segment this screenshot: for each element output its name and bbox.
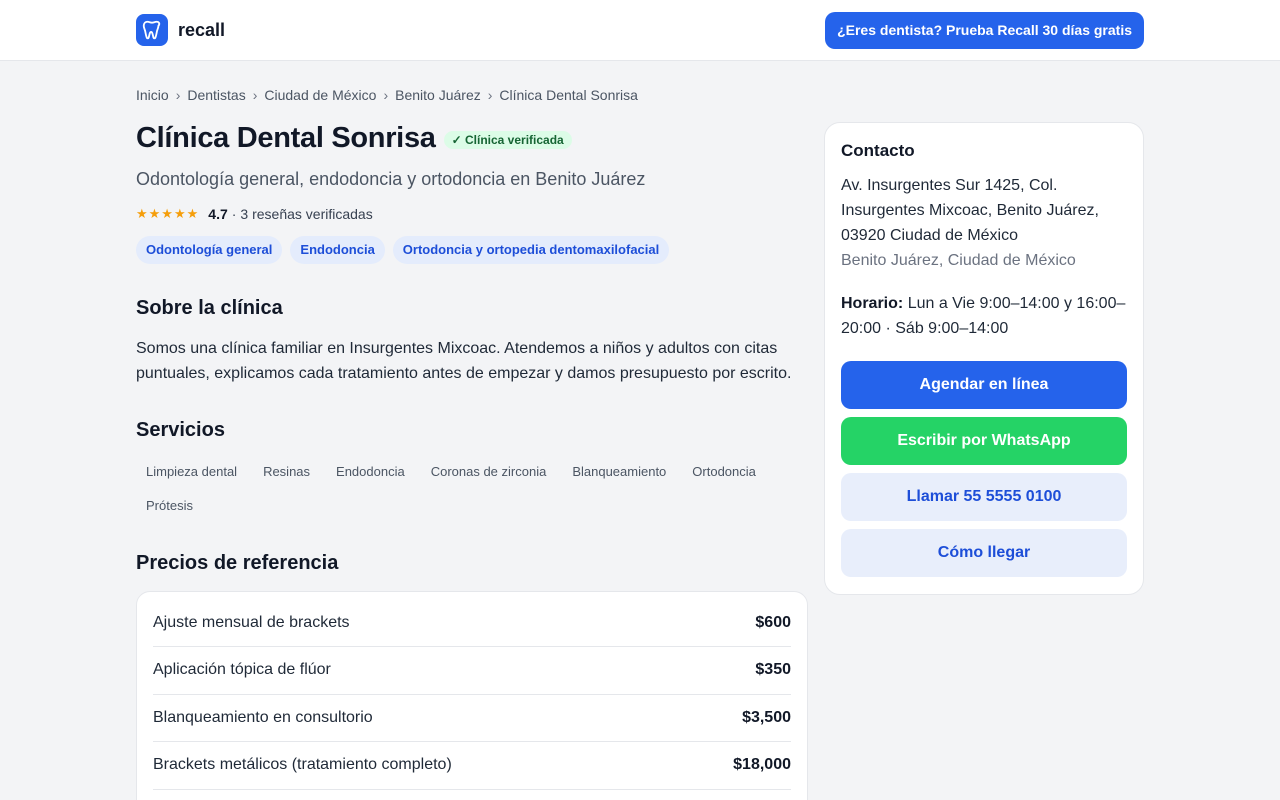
price-value: $3,500 — [742, 708, 791, 726]
specialty-chip[interactable]: Odontología general — [136, 236, 283, 264]
breadcrumb-item-alcaldia[interactable]: Benito Juárez — [395, 87, 481, 103]
contact-heading: Contacto — [841, 141, 915, 160]
service-tag: Endodoncia — [336, 464, 405, 479]
address-area: Benito Juárez, Ciudad de México — [841, 252, 1076, 269]
breadcrumb-separator: › — [252, 87, 258, 103]
about-text: Somos una clínica familiar en Insurgente… — [136, 340, 792, 382]
reviews-count[interactable]: 3 reseñas verificadas — [240, 206, 372, 222]
service-tag: Prótesis — [146, 498, 193, 513]
about-heading: Sobre la clínica — [136, 297, 283, 319]
rating-separator: · — [231, 206, 237, 222]
breadcrumb-separator: › — [175, 87, 181, 103]
page-title: Clínica Dental Sonrisa — [136, 121, 436, 154]
call-button[interactable]: Llamar 55 5555 0100 — [841, 473, 1127, 521]
service-tag: Blanqueamiento — [572, 464, 667, 479]
price-service-name: Ajuste mensual de brackets — [153, 614, 350, 631]
service-tag: Limpieza dental — [146, 464, 238, 479]
brand-link[interactable]: recall — [136, 14, 225, 46]
contact-card: Contacto Av. Insurgentes Sur 1425, Col. … — [824, 122, 1144, 595]
breadcrumb-separator: › — [487, 87, 493, 103]
verified-badge: ✓ Clínica verificada — [443, 131, 572, 149]
try-recall-button[interactable]: ¿Eres dentista? Prueba Recall 30 días gr… — [825, 11, 1144, 49]
tooth-icon — [136, 14, 168, 46]
clinic-subtitle: Odontología general, endodoncia y ortodo… — [136, 169, 646, 189]
top-bar-inner: recall ¿Eres dentista? Prueba Recall 30 … — [136, 0, 1144, 60]
specialty-chip[interactable]: Ortodoncia y ortopedia dentomaxilofacial — [392, 236, 670, 264]
brand-name: recall — [178, 19, 226, 40]
price-service-name: Brackets metálicos (tratamiento completo… — [153, 756, 452, 774]
breadcrumb-separator: › — [383, 87, 389, 103]
service-tag: Resinas — [263, 464, 311, 479]
price-row: Aplicación tópica de flúor $350 — [153, 647, 791, 695]
breadcrumb: Inicio › Dentistas › Ciudad de México › … — [136, 87, 638, 103]
clinic-main: Clínica Dental Sonrisa ✓ Clínica verific… — [136, 121, 808, 800]
service-tag: Coronas de zirconia — [430, 464, 547, 479]
services-list: Limpieza dental Resinas Endodoncia Coron… — [136, 458, 808, 520]
price-row: Ajuste mensual de brackets $600 — [153, 600, 791, 647]
opening-hours: Horario: Lun a Vie 9:00–14:00 y 16:00–20… — [841, 291, 1127, 341]
breadcrumb-item-current: Clínica Dental Sonrisa — [499, 87, 638, 103]
breadcrumb-item-ciudad[interactable]: Ciudad de México — [264, 87, 376, 103]
prices-heading: Precios de referencia — [136, 552, 339, 574]
price-value: $350 — [755, 661, 791, 679]
service-tag: Ortodoncia — [692, 464, 756, 479]
specialty-chips: Odontología general Endodoncia Ortodonci… — [136, 236, 808, 264]
star-rating-icon: ★★★★★ — [136, 206, 200, 221]
price-row: Brackets metálicos (tratamiento completo… — [153, 742, 791, 790]
rating-row: ★★★★★ 4.7 · 3 reseñas verificadas — [136, 206, 808, 222]
directions-button[interactable]: Cómo llegar — [841, 529, 1127, 577]
address-text: Av. Insurgentes Sur 1425, Col. Insurgent… — [841, 177, 1099, 244]
price-service-name: Aplicación tópica de flúor — [153, 661, 331, 679]
price-value: $18,000 — [733, 756, 791, 774]
price-service-name: Blanqueamiento en consultorio — [153, 708, 373, 726]
top-bar: recall ¿Eres dentista? Prueba Recall 30 … — [0, 0, 1280, 61]
hours-label: Horario: — [841, 295, 904, 312]
book-online-button[interactable]: Agendar en línea — [841, 361, 1127, 409]
price-row: Blanqueamiento en consultorio $3,500 — [153, 695, 791, 742]
whatsapp-button[interactable]: Escribir por WhatsApp — [841, 417, 1127, 465]
rating-value: 4.7 — [208, 206, 228, 222]
prices-table: Ajuste mensual de brackets $600 Aplicaci… — [136, 591, 808, 800]
breadcrumb-item-dentistas[interactable]: Dentistas — [187, 87, 245, 103]
contact-address: Av. Insurgentes Sur 1425, Col. Insurgent… — [841, 173, 1127, 273]
price-value: $600 — [755, 614, 791, 631]
specialty-chip[interactable]: Endodoncia — [290, 236, 385, 264]
breadcrumb-item-inicio[interactable]: Inicio — [136, 87, 169, 103]
services-heading: Servicios — [136, 419, 225, 441]
title-row: Clínica Dental Sonrisa ✓ Clínica verific… — [136, 121, 808, 155]
